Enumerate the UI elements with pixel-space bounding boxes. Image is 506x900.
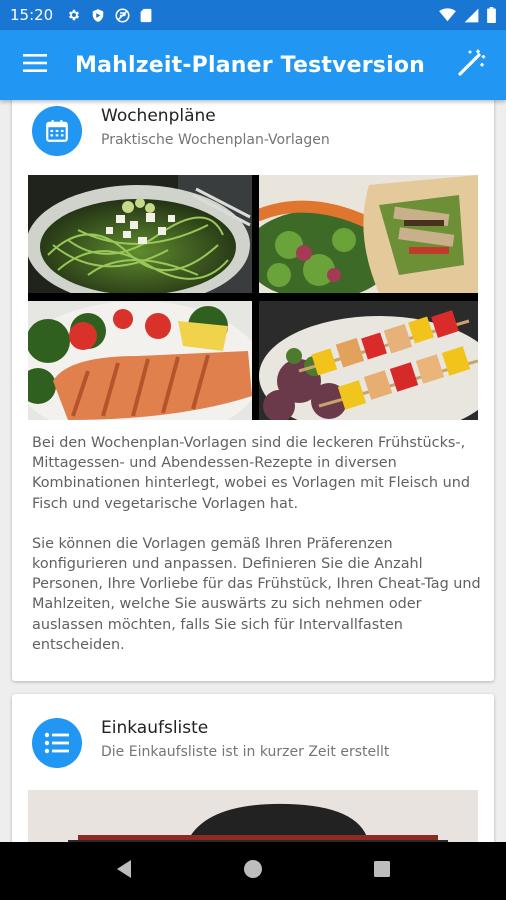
status-bar: 15:20 — [0, 0, 506, 30]
description-paragraph: Sie können die Vorlagen gemäß Ihren Präf… — [32, 535, 481, 653]
shopping-basket-image — [28, 790, 478, 842]
sd-card-icon — [140, 8, 152, 23]
zucchini-noodle-salad-image — [28, 175, 252, 293]
app-bar: Mahlzeit-Planer Testversion — [0, 30, 506, 100]
card-subtitle: Praktische Wochenplan-Vorlagen — [101, 132, 330, 148]
recents-button[interactable] — [362, 851, 402, 891]
magic-wand-icon — [456, 48, 486, 82]
battery-icon — [487, 7, 496, 23]
home-button[interactable] — [233, 851, 273, 891]
magic-wand-button[interactable] — [436, 30, 506, 100]
card-wochenplaene[interactable]: Wochenpläne Praktische Wochenplan-Vorlag… — [12, 100, 494, 681]
signal-icon — [464, 8, 479, 23]
menu-button[interactable] — [0, 30, 70, 100]
recents-icon — [373, 860, 391, 882]
back-icon — [115, 859, 133, 883]
app-title: Mahlzeit-Planer Testversion — [75, 52, 425, 78]
list-icon — [32, 718, 82, 768]
vpn-icon — [115, 7, 130, 23]
wifi-icon — [439, 8, 456, 22]
card-title: Wochenpläne — [101, 106, 216, 126]
gear-icon — [67, 8, 81, 22]
description-paragraph: Bei den Wochenplan-Vorlagen sind die lec… — [32, 435, 471, 512]
salmon-fillet-image — [28, 301, 252, 420]
card-subtitle: Die Einkaufsliste ist in kurzer Zeit ers… — [101, 744, 390, 760]
back-button[interactable] — [104, 851, 144, 891]
card-description: Bei den Wochenplan-Vorlagen sind die lec… — [32, 433, 482, 655]
navigation-bar — [0, 842, 506, 900]
calendar-icon — [32, 106, 82, 156]
vegetable-skewers-image — [259, 301, 478, 420]
veggie-wrap-image — [259, 175, 478, 293]
home-icon — [243, 859, 263, 883]
card-title: Einkaufsliste — [101, 718, 209, 738]
shield-icon — [91, 8, 105, 23]
status-time: 15:20 — [10, 6, 54, 24]
meal-photo-collage — [28, 175, 478, 420]
hamburger-menu-icon — [23, 54, 47, 76]
card-einkaufsliste[interactable]: Einkaufsliste Die Einkaufsliste ist in k… — [12, 694, 494, 842]
content-area[interactable]: Wochenpläne Praktische Wochenplan-Vorlag… — [0, 100, 506, 842]
